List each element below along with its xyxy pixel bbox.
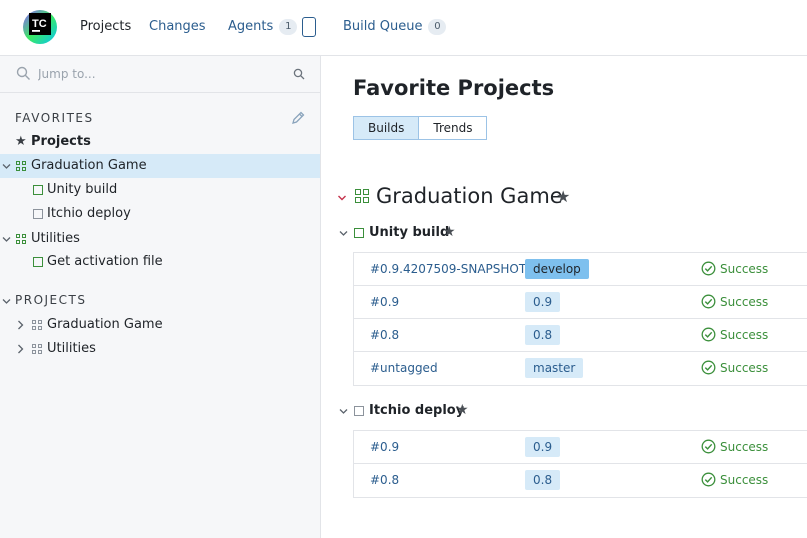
chevron-right-icon[interactable] bbox=[16, 320, 25, 330]
agent-icon[interactable] bbox=[302, 17, 316, 37]
star-icon: ★ bbox=[15, 134, 27, 149]
build-status[interactable]: Success bbox=[720, 262, 768, 276]
chevron-down-icon[interactable] bbox=[337, 193, 347, 203]
project-icon bbox=[16, 234, 26, 244]
build-table-unity-build: #0.9.4207509-SNAPSHOT develop Success #0… bbox=[353, 252, 807, 386]
view-toggle: Builds Trends bbox=[353, 116, 488, 140]
sidebar-item-label: Utilities bbox=[31, 231, 80, 246]
success-check-icon bbox=[701, 327, 716, 342]
sidebar-item-label: Utilities bbox=[47, 341, 96, 356]
build-status[interactable]: Success bbox=[720, 440, 768, 454]
favorite-star-icon[interactable]: ★ bbox=[456, 402, 469, 418]
build-config-icon bbox=[354, 228, 364, 238]
chevron-down-icon[interactable] bbox=[2, 235, 11, 244]
build-config-title[interactable]: Unity build bbox=[369, 225, 449, 240]
branch-badge[interactable]: 0.9 bbox=[525, 292, 561, 312]
sidebar: FAVORITES ★ Projects Graduation Game Uni… bbox=[0, 56, 321, 538]
build-number[interactable]: #0.8 bbox=[370, 473, 399, 487]
favorites-section-title: FAVORITES bbox=[15, 111, 94, 125]
project-title[interactable]: Graduation Game bbox=[376, 184, 563, 208]
favorite-star-icon[interactable]: ★ bbox=[556, 187, 570, 206]
table-row[interactable]: #0.9.4207509-SNAPSHOT develop Success bbox=[354, 253, 807, 286]
table-row[interactable]: #untagged master Success bbox=[354, 352, 807, 385]
build-number[interactable]: #0.8 bbox=[370, 328, 399, 342]
sidebar-item-projects[interactable]: ★ Projects bbox=[0, 130, 320, 154]
project-icon bbox=[32, 320, 42, 330]
build-config-icon bbox=[33, 185, 43, 195]
build-config-title[interactable]: Itchio deploy bbox=[369, 403, 464, 418]
chevron-down-icon[interactable] bbox=[2, 162, 11, 171]
build-status[interactable]: Success bbox=[720, 328, 768, 342]
nav-agents-label: Agents bbox=[228, 19, 274, 34]
build-table-itchio-deploy: #0.9 0.9 Success #0.8 0.8 Success bbox=[353, 430, 807, 498]
sidebar-item-unity-build[interactable]: Unity build bbox=[0, 178, 320, 202]
success-check-icon bbox=[701, 360, 716, 375]
project-icon bbox=[32, 344, 42, 354]
build-config-icon bbox=[33, 209, 43, 219]
projects-section-title: PROJECTS bbox=[15, 293, 87, 307]
success-check-icon bbox=[701, 439, 716, 454]
branch-badge[interactable]: 0.8 bbox=[525, 470, 561, 490]
build-number[interactable]: #0.9 bbox=[370, 440, 399, 454]
table-row[interactable]: #0.9 0.9 Success bbox=[354, 286, 807, 319]
sidebar-project-utilities[interactable]: Utilities bbox=[0, 337, 320, 361]
search-bar bbox=[0, 56, 320, 93]
branch-badge[interactable]: master bbox=[525, 358, 584, 378]
agents-count-badge: 1 bbox=[279, 19, 298, 35]
sidebar-item-graduation-game[interactable]: Graduation Game bbox=[0, 154, 320, 178]
top-navigation-bar: TC Projects Changes Agents 1 Build Queue 0 bbox=[0, 0, 807, 56]
chevron-down-icon[interactable] bbox=[2, 297, 11, 306]
build-config-icon bbox=[354, 406, 364, 416]
teamcity-logo[interactable]: TC bbox=[20, 5, 60, 45]
favorite-star-icon[interactable]: ★ bbox=[443, 224, 456, 240]
nav-agents[interactable]: Agents 1 bbox=[228, 19, 298, 35]
table-row[interactable]: #0.8 0.8 Success bbox=[354, 319, 807, 352]
svg-text:TC: TC bbox=[32, 18, 47, 30]
success-check-icon bbox=[701, 472, 716, 487]
search-submit-icon[interactable] bbox=[293, 68, 305, 80]
chevron-down-icon[interactable] bbox=[339, 407, 348, 416]
sidebar-item-label: Itchio deploy bbox=[47, 206, 131, 221]
branch-badge[interactable]: develop bbox=[525, 259, 589, 279]
nav-projects[interactable]: Projects bbox=[80, 19, 131, 34]
sidebar-item-label: Graduation Game bbox=[31, 158, 147, 173]
success-check-icon bbox=[701, 261, 716, 276]
build-queue-count-badge: 0 bbox=[428, 19, 447, 35]
branch-badge[interactable]: 0.9 bbox=[525, 437, 561, 457]
main-content: Favorite Projects Builds Trends Graduati… bbox=[321, 56, 807, 538]
nav-changes[interactable]: Changes bbox=[149, 19, 206, 34]
tab-trends[interactable]: Trends bbox=[418, 116, 488, 140]
build-number[interactable]: #0.9 bbox=[370, 295, 399, 309]
table-row[interactable]: #0.8 0.8 Success bbox=[354, 464, 807, 497]
search-input[interactable] bbox=[38, 65, 278, 83]
table-row[interactable]: #0.9 0.9 Success bbox=[354, 431, 807, 464]
build-number[interactable]: #untagged bbox=[370, 361, 438, 375]
sidebar-item-label: Graduation Game bbox=[47, 317, 163, 332]
sidebar-item-label: Get activation file bbox=[47, 254, 163, 269]
success-check-icon bbox=[701, 294, 716, 309]
nav-build-queue[interactable]: Build Queue 0 bbox=[343, 19, 447, 35]
build-number[interactable]: #0.9.4207509-SNAPSHOT bbox=[370, 262, 526, 276]
sidebar-item-get-activation-file[interactable]: Get activation file bbox=[0, 250, 320, 274]
sidebar-project-graduation-game[interactable]: Graduation Game bbox=[0, 313, 320, 337]
page-title: Favorite Projects bbox=[353, 76, 555, 100]
branch-badge[interactable]: 0.8 bbox=[525, 325, 561, 345]
sidebar-item-itchio-deploy[interactable]: Itchio deploy bbox=[0, 202, 320, 226]
tab-builds[interactable]: Builds bbox=[353, 116, 419, 140]
sidebar-item-label: Projects bbox=[31, 134, 91, 149]
chevron-down-icon[interactable] bbox=[339, 229, 348, 238]
chevron-right-icon[interactable] bbox=[16, 344, 25, 354]
build-config-icon bbox=[33, 257, 43, 267]
edit-pencil-icon[interactable] bbox=[290, 110, 306, 126]
build-status[interactable]: Success bbox=[720, 473, 768, 487]
build-status[interactable]: Success bbox=[720, 361, 768, 375]
project-icon bbox=[16, 161, 26, 171]
nav-build-queue-label: Build Queue bbox=[343, 19, 423, 34]
project-icon bbox=[355, 189, 369, 203]
build-status[interactable]: Success bbox=[720, 295, 768, 309]
sidebar-item-utilities[interactable]: Utilities bbox=[0, 227, 320, 251]
sidebar-item-label: Unity build bbox=[47, 182, 118, 197]
search-icon bbox=[16, 66, 30, 80]
